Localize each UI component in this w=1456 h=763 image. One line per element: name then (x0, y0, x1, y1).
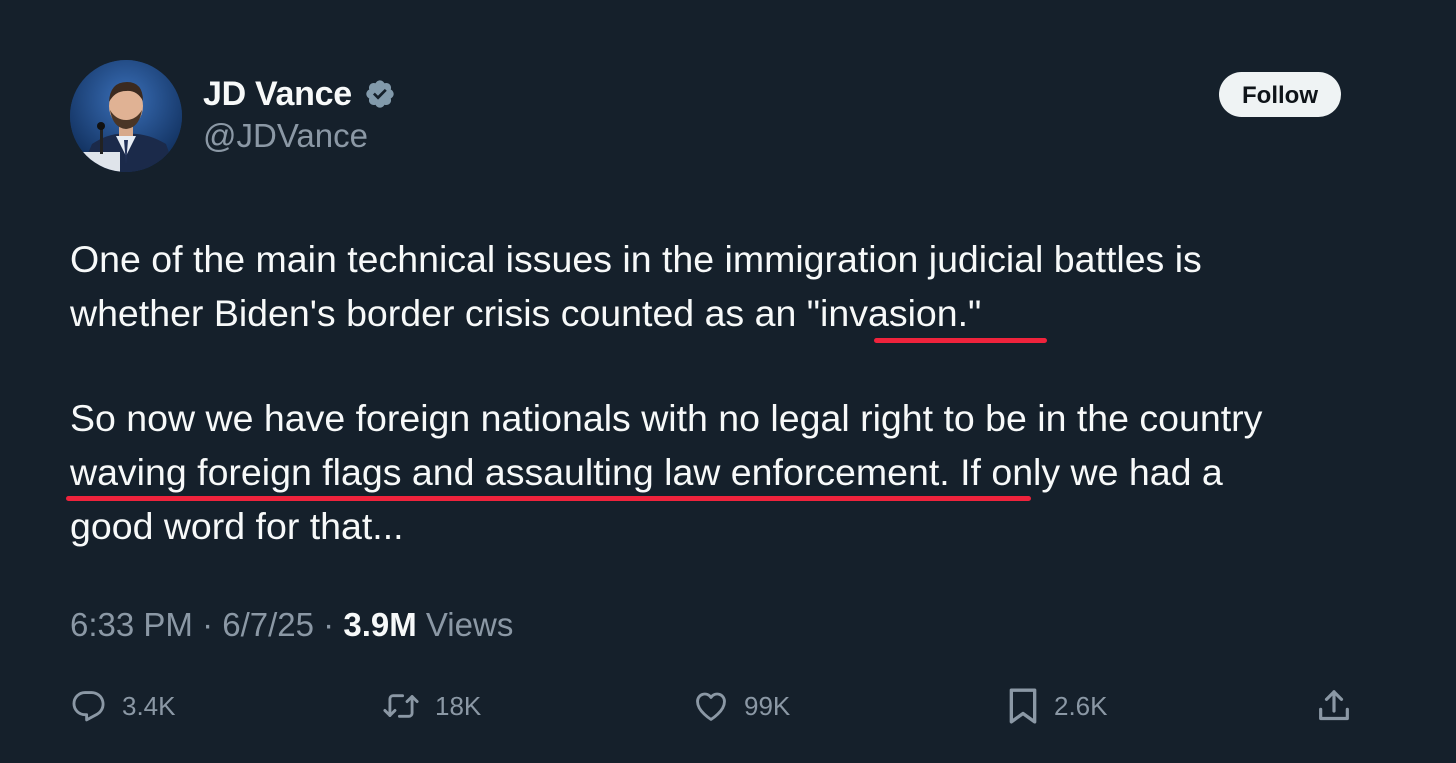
views-count: 3.9M (343, 606, 417, 643)
bookmark-count: 2.6K (1054, 690, 1108, 721)
tweet-date[interactable]: 6/7/25 (222, 606, 314, 643)
tweet-line: good word for that... (70, 505, 404, 547)
repost-icon (383, 694, 419, 718)
tweet-line: whether Biden's border crisis counted as… (70, 292, 982, 334)
reply-icon (72, 691, 105, 722)
verified-badge-icon[interactable] (364, 78, 396, 110)
repost-count: 18K (435, 690, 482, 721)
display-name[interactable]: JD Vance (203, 75, 352, 114)
bookmark-button[interactable]: 2.6K (1006, 686, 1108, 726)
like-button[interactable]: 99K (692, 686, 790, 726)
repost-button[interactable]: 18K (381, 686, 481, 726)
heart-icon (696, 692, 726, 721)
tweet-text: One of the main technical issues in the … (70, 232, 1400, 553)
annotation-underline-invasion (874, 338, 1047, 343)
views-label: Views (425, 606, 514, 643)
tweet-line: So now we have foreign nationals with no… (70, 397, 1263, 439)
tweet-time[interactable]: 6:33 PM (70, 606, 193, 643)
tweet-meta: 6:33 PM · 6/7/25 · 3.9M Views (70, 606, 513, 644)
share-icon (1319, 690, 1349, 721)
follow-button[interactable]: Follow (1219, 72, 1341, 117)
reply-count: 3.4K (122, 690, 176, 721)
reply-button[interactable]: 3.4K (70, 686, 176, 726)
share-button[interactable] (1314, 686, 1354, 726)
tweet-line: One of the main technical issues in the … (70, 238, 1202, 280)
author-handle[interactable]: @JDVance (203, 117, 368, 155)
tweet-line: waving foreign flags and assaulting law … (70, 451, 1223, 493)
meta-separator: · (202, 606, 214, 643)
avatar[interactable] (70, 60, 182, 172)
bookmark-icon (1009, 688, 1037, 724)
author-name-row[interactable]: JD Vance (203, 72, 396, 116)
meta-separator: · (323, 606, 335, 643)
annotation-underline-flags (66, 496, 1031, 501)
tweet-card: JD Vance @JDVance Follow One of the main… (0, 0, 1456, 763)
like-count: 99K (744, 690, 791, 721)
avatar-photo (70, 60, 182, 172)
